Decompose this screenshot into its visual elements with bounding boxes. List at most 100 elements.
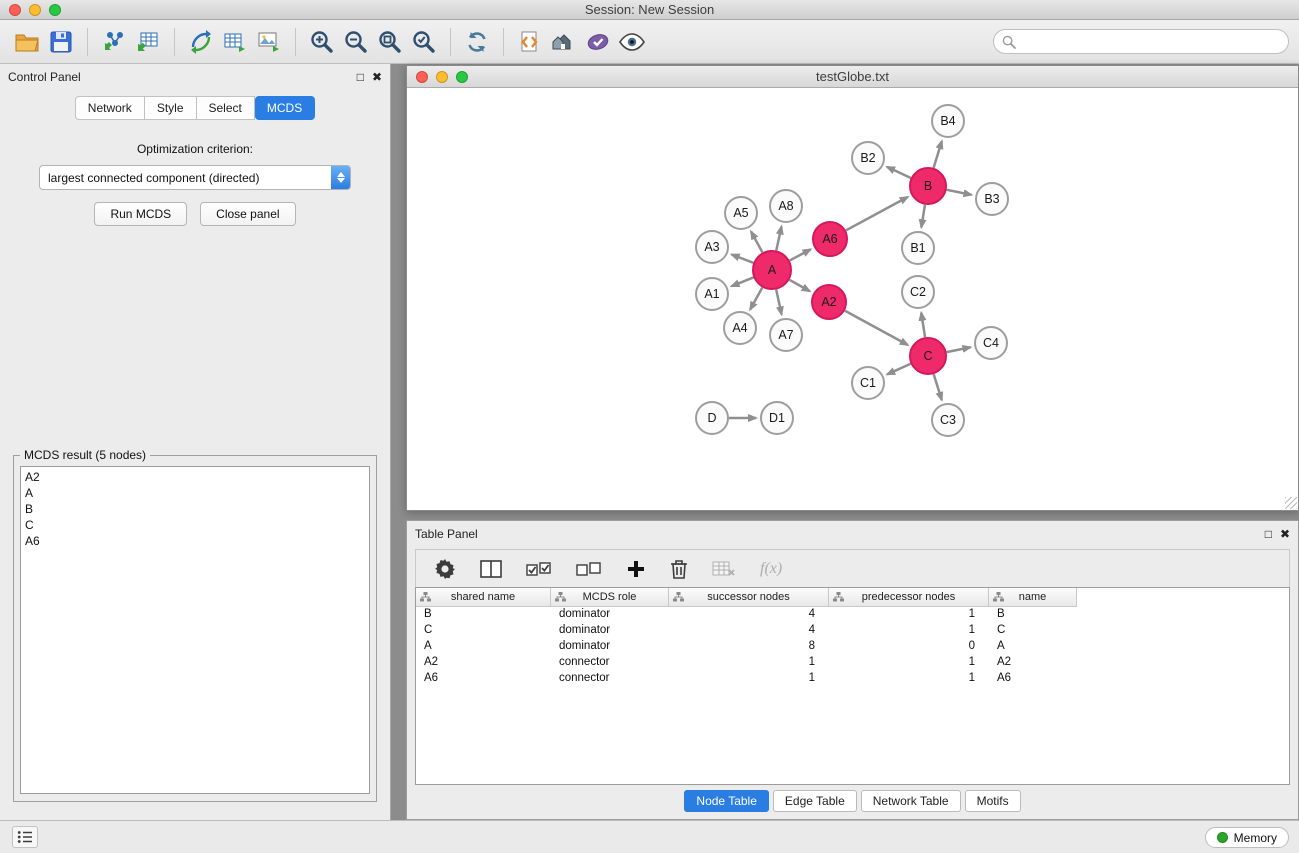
graph-node-A8[interactable]: A8 bbox=[770, 190, 802, 222]
network-canvas[interactable]: B4B2BB3A5A8A6B1A3AC2A1A2A4A7CC4C1C3DD1 bbox=[407, 88, 1298, 510]
table-cell[interactable]: 8 bbox=[669, 639, 829, 655]
table-row[interactable]: Adominator80A bbox=[416, 639, 1289, 655]
deselect-all-icon[interactable] bbox=[576, 560, 602, 578]
save-session-icon[interactable] bbox=[44, 26, 78, 58]
mcds-result-item[interactable]: A2 bbox=[21, 469, 369, 485]
graph-edge-C-C3[interactable] bbox=[934, 374, 942, 400]
graph-edge-A2-C[interactable] bbox=[845, 311, 908, 345]
graph-node-C1[interactable]: C1 bbox=[852, 367, 884, 399]
refresh-layout-icon[interactable] bbox=[460, 26, 494, 58]
network-window-titlebar[interactable]: testGlobe.txt bbox=[407, 66, 1298, 88]
graph-node-C4[interactable]: C4 bbox=[975, 327, 1007, 359]
table-cell[interactable]: 0 bbox=[829, 639, 989, 655]
delete-column-icon[interactable] bbox=[670, 558, 688, 579]
tab-network[interactable]: Network bbox=[75, 96, 145, 120]
table-cell[interactable]: 1 bbox=[829, 655, 989, 671]
graph-edge-A-A4[interactable] bbox=[750, 288, 762, 310]
table-cell[interactable]: 1 bbox=[669, 655, 829, 671]
table-row[interactable]: Cdominator41C bbox=[416, 623, 1289, 639]
mcds-result-item[interactable]: A6 bbox=[21, 533, 369, 549]
graph-node-A[interactable]: A bbox=[753, 251, 791, 289]
table-cell[interactable]: B bbox=[989, 607, 1077, 623]
column-layout-icon[interactable] bbox=[480, 559, 502, 579]
table-cell[interactable]: A2 bbox=[989, 655, 1077, 671]
table-cell[interactable]: connector bbox=[551, 671, 669, 687]
graph-node-A7[interactable]: A7 bbox=[770, 319, 802, 351]
column-header-predecessor-nodes[interactable]: predecessor nodes bbox=[829, 588, 989, 607]
zoom-fit-icon[interactable] bbox=[373, 26, 407, 58]
graph-node-A5[interactable]: A5 bbox=[725, 197, 757, 229]
select-all-icon[interactable] bbox=[526, 560, 552, 578]
graph-edge-A-A3[interactable] bbox=[732, 255, 754, 263]
table-settings-gear-icon[interactable] bbox=[434, 558, 456, 580]
search-input[interactable] bbox=[1020, 35, 1288, 49]
table-cell[interactable]: dominator bbox=[551, 607, 669, 623]
column-header-successor-nodes[interactable]: successor nodes bbox=[669, 588, 829, 607]
column-header-name[interactable]: name bbox=[989, 588, 1077, 607]
table-cell[interactable]: dominator bbox=[551, 623, 669, 639]
optimization-criterion-dropdown[interactable]: largest connected component (directed) bbox=[39, 165, 351, 190]
task-history-icon[interactable] bbox=[12, 826, 38, 848]
table-cell[interactable]: 4 bbox=[669, 623, 829, 639]
graph-edge-A-A5[interactable] bbox=[751, 231, 762, 252]
import-table-from-file-icon[interactable] bbox=[131, 26, 165, 58]
table-cell[interactable]: 4 bbox=[669, 607, 829, 623]
graph-edge-A-A1[interactable] bbox=[731, 277, 753, 286]
close-panel-icon[interactable]: ✖ bbox=[372, 71, 382, 83]
home-icon[interactable] bbox=[547, 26, 581, 58]
zoom-selected-icon[interactable] bbox=[407, 26, 441, 58]
graph-node-B3[interactable]: B3 bbox=[976, 183, 1008, 215]
graph-edge-B-B4[interactable] bbox=[934, 141, 942, 168]
graph-node-D[interactable]: D bbox=[696, 402, 728, 434]
add-column-icon[interactable] bbox=[626, 559, 646, 579]
close-panel-button[interactable]: Close panel bbox=[200, 202, 295, 226]
table-cell[interactable]: 1 bbox=[829, 671, 989, 687]
open-session-icon[interactable] bbox=[10, 26, 44, 58]
table-row[interactable]: A6connector11A6 bbox=[416, 671, 1289, 687]
network-graph[interactable]: B4B2BB3A5A8A6B1A3AC2A1A2A4A7CC4C1C3DD1 bbox=[407, 88, 1298, 510]
graph-node-A2[interactable]: A2 bbox=[812, 285, 846, 319]
table-cell[interactable]: A bbox=[416, 639, 551, 655]
float-table-panel-icon[interactable]: □ bbox=[1265, 528, 1272, 540]
float-panel-icon[interactable]: □ bbox=[357, 71, 364, 83]
table-cell[interactable]: 1 bbox=[829, 623, 989, 639]
graph-node-B1[interactable]: B1 bbox=[902, 232, 934, 264]
node-table[interactable]: shared nameMCDS rolesuccessor nodesprede… bbox=[415, 587, 1290, 785]
eye-icon[interactable] bbox=[615, 26, 649, 58]
graph-node-B2[interactable]: B2 bbox=[852, 142, 884, 174]
tab-network-table[interactable]: Network Table bbox=[861, 790, 961, 812]
tab-motifs[interactable]: Motifs bbox=[965, 790, 1021, 812]
close-table-panel-icon[interactable]: ✖ bbox=[1280, 528, 1290, 540]
graph-edge-B-B3[interactable] bbox=[947, 190, 972, 195]
tab-mcds[interactable]: MCDS bbox=[255, 96, 315, 120]
memory-button[interactable]: Memory bbox=[1205, 827, 1289, 848]
new-network-icon[interactable] bbox=[184, 26, 218, 58]
graph-edge-B-B1[interactable] bbox=[921, 205, 925, 228]
table-cell[interactable]: B bbox=[416, 607, 551, 623]
graph-node-A4[interactable]: A4 bbox=[724, 312, 756, 344]
new-table-icon[interactable] bbox=[218, 26, 252, 58]
run-mcds-button[interactable]: Run MCDS bbox=[94, 202, 187, 226]
table-cell[interactable]: A6 bbox=[416, 671, 551, 687]
column-header-mcds-role[interactable]: MCDS role bbox=[551, 588, 669, 607]
tab-select[interactable]: Select bbox=[197, 96, 255, 120]
table-cell[interactable]: 1 bbox=[669, 671, 829, 687]
graph-node-A3[interactable]: A3 bbox=[696, 231, 728, 263]
table-row[interactable]: A2connector11A2 bbox=[416, 655, 1289, 671]
graph-edge-A-A2[interactable] bbox=[789, 280, 809, 291]
analyzer-icon[interactable] bbox=[581, 26, 615, 58]
tab-edge-table[interactable]: Edge Table bbox=[773, 790, 857, 812]
mcds-result-item[interactable]: C bbox=[21, 517, 369, 533]
table-row[interactable]: Bdominator41B bbox=[416, 607, 1289, 623]
search-field[interactable] bbox=[993, 29, 1289, 54]
table-cell[interactable]: A bbox=[989, 639, 1077, 655]
graph-node-B[interactable]: B bbox=[910, 168, 946, 204]
table-cell[interactable]: A2 bbox=[416, 655, 551, 671]
table-cell[interactable]: C bbox=[989, 623, 1077, 639]
function-builder-icon[interactable]: f(x) bbox=[760, 560, 782, 578]
graph-edge-B-B2[interactable] bbox=[887, 167, 911, 178]
graph-edge-A-A8[interactable] bbox=[776, 227, 781, 251]
graph-edge-A-A6[interactable] bbox=[790, 249, 811, 260]
mcds-result-list[interactable]: A2ABCA6 bbox=[20, 466, 370, 794]
table-cell[interactable]: C bbox=[416, 623, 551, 639]
